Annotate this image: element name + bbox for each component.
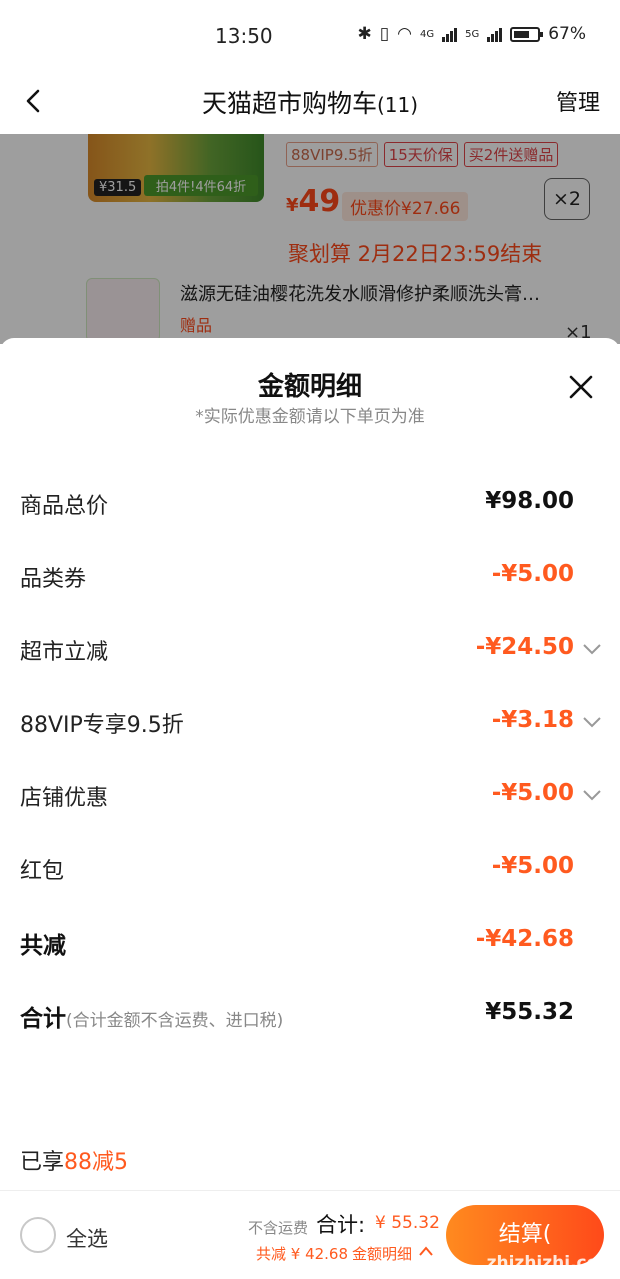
row-label: 店铺优惠 [20, 786, 109, 811]
saved-amount: 共减 ¥ 42.68 [256, 1245, 349, 1263]
row-goods-total: 商品总价 ¥98.00 [0, 466, 620, 539]
select-all-checkbox[interactable] [20, 1217, 56, 1253]
amount-detail-link[interactable]: 金额明细 [352, 1243, 412, 1264]
sheet-subtitle: *实际优惠金额请以下单页为准 [195, 407, 425, 427]
row-value: -¥42.68 [475, 926, 574, 952]
row-value: -¥5.00 [491, 561, 574, 587]
row-label-text: 合计 [20, 1006, 66, 1032]
row-label: 品类券 [20, 567, 87, 592]
wifi-icon: ◠ [397, 24, 412, 44]
cart-count: (11) [376, 93, 419, 117]
status-bar: 13:50 ✱ ▯ ◠ 4G 5G 67% [0, 0, 620, 72]
row-red-packet: 红包 -¥5.00 [0, 831, 620, 904]
row-store-discount[interactable]: 店铺优惠 -¥5.00 [0, 758, 620, 831]
close-icon[interactable] [568, 374, 594, 400]
signal-icon [442, 26, 458, 42]
row-value: -¥5.00 [491, 780, 574, 806]
row-label: 共减 [20, 933, 66, 959]
sheet-title: 金额明细 [257, 372, 362, 402]
battery-percent: 67% [548, 24, 586, 44]
row-value: -¥5.00 [491, 853, 574, 879]
chevron-down-icon[interactable] [582, 642, 602, 656]
row-supermarket-discount[interactable]: 超市立减 -¥24.50 [0, 612, 620, 685]
dim-overlay[interactable] [0, 134, 620, 344]
vibrate-icon: ▯ [379, 24, 390, 44]
signal-icon-2 [487, 26, 503, 42]
row-grand-total: 合计(合计金额不含运费、进口税) ¥55.32 [0, 977, 620, 1050]
total-label: 合计: [316, 1213, 366, 1237]
network-type-2: 5G [465, 28, 480, 40]
row-value: -¥3.18 [491, 707, 574, 733]
battery-icon [510, 26, 544, 42]
row-label: 88VIP专享9.5折 [20, 713, 184, 738]
enjoyed-promo: 已享88减5 [20, 1144, 128, 1176]
bluetooth-icon: ✱ [357, 24, 372, 44]
header: 天猫超市购物车(11) 管理 [0, 72, 620, 134]
amount-rows: 商品总价 ¥98.00 品类券 -¥5.00 超市立减 -¥24.50 88VI… [0, 466, 620, 1050]
watermark: zhizhizhi.com [486, 1253, 616, 1273]
row-label: 商品总价 [20, 494, 109, 519]
enjoyed-highlight: 88减5 [64, 1150, 129, 1175]
total-value: ¥ 55.32 [375, 1213, 440, 1233]
row-label: 合计(合计金额不含运费、进口税) [20, 999, 283, 1033]
no-shipping-note: 不含运费 [248, 1219, 309, 1237]
row-note: (合计金额不含运费、进口税) [66, 1011, 284, 1031]
select-all-label[interactable]: 全选 [66, 1223, 108, 1253]
manage-button[interactable]: 管理 [556, 85, 600, 117]
network-type-1: 4G [419, 28, 435, 40]
row-88vip[interactable]: 88VIP专享9.5折 -¥3.18 [0, 685, 620, 758]
row-value: ¥98.00 [485, 488, 574, 514]
chevron-down-icon[interactable] [582, 715, 602, 729]
enjoyed-prefix: 已享 [20, 1150, 65, 1175]
row-value: ¥55.32 [485, 999, 574, 1025]
battery-fill [514, 30, 530, 38]
status-time: 13:50 [215, 24, 273, 48]
chevron-down-icon[interactable] [582, 788, 602, 802]
row-label: 红包 [20, 859, 65, 884]
row-total-reduction: 共减 -¥42.68 [0, 904, 620, 977]
page-title-text: 天猫超市购物车 [201, 89, 377, 118]
row-label: 超市立减 [20, 640, 109, 665]
page-title: 天猫超市购物车(11) [0, 84, 620, 120]
checkout-bar: 全选 不含运费 合计: ¥ 55.32 共减 ¥ 42.68 金额明细 结算( … [0, 1190, 620, 1279]
status-icons: ✱ ▯ ◠ 4G 5G 67% [358, 24, 587, 44]
row-value: -¥24.50 [475, 634, 574, 660]
row-category-coupon: 品类券 -¥5.00 [0, 539, 620, 612]
amount-detail-sheet: 金额明细 *实际优惠金额请以下单页为准 商品总价 ¥98.00 品类券 -¥5.… [0, 338, 620, 1190]
chevron-up-icon[interactable] [418, 1245, 434, 1257]
